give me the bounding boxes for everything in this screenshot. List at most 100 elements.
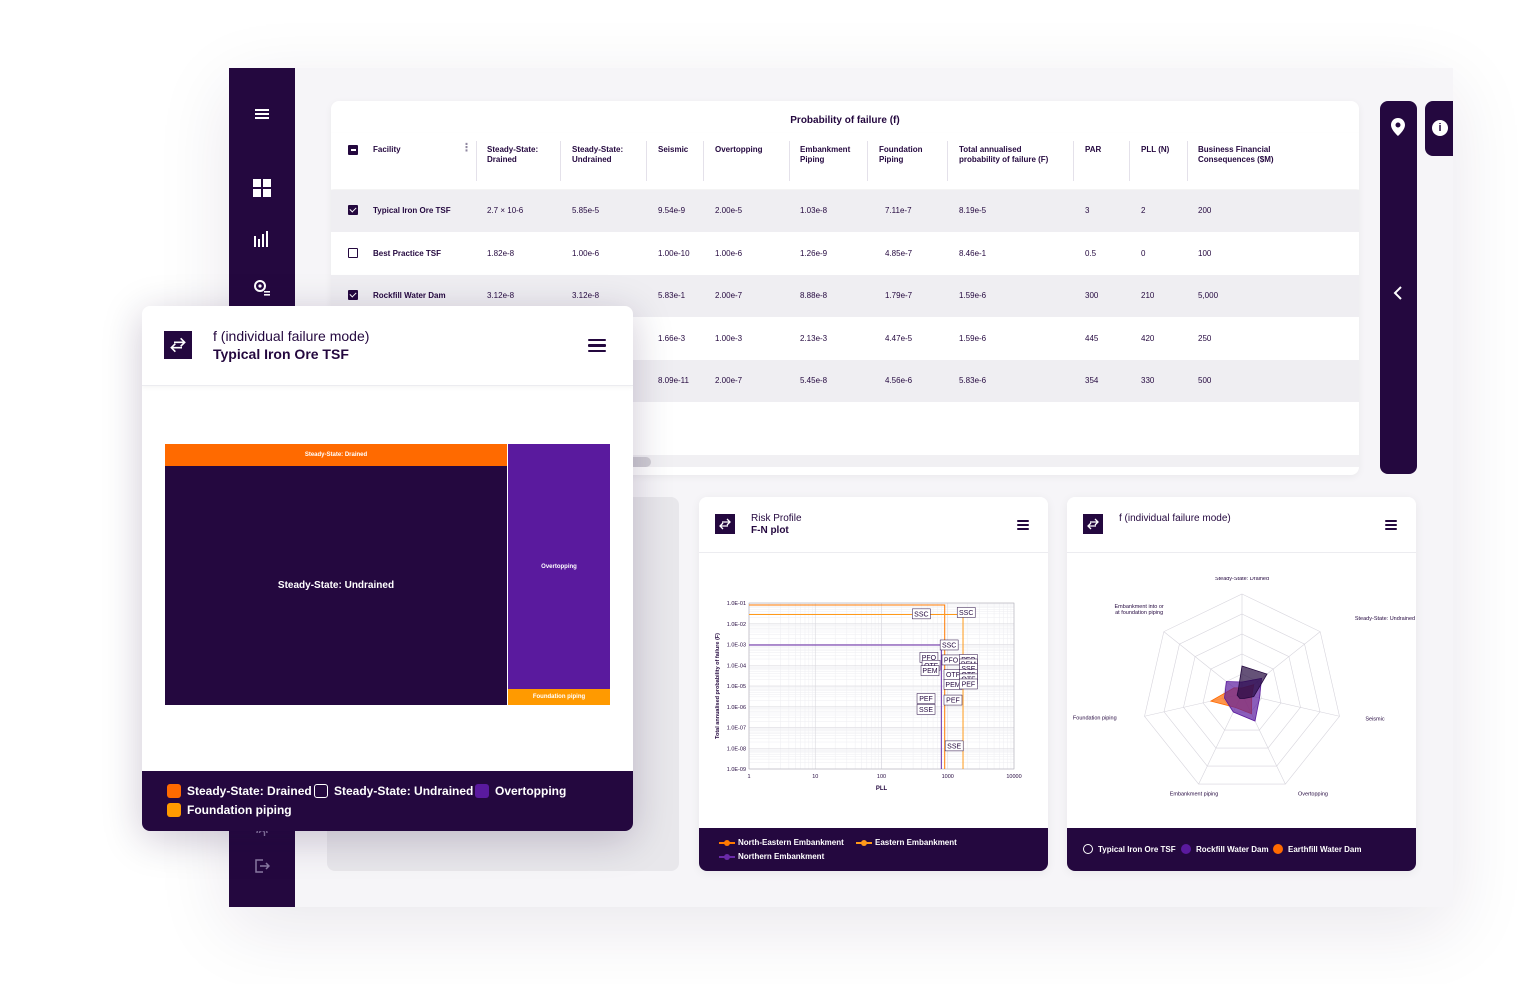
legend-item-ne-embankment[interactable]: North-Eastern Embankment (719, 838, 844, 847)
table-row[interactable]: Best Practice TSF 1.82e-8 1.00e-6 1.00e-10 1… (331, 233, 1359, 275)
settings-location-icon[interactable] (250, 276, 274, 300)
col-par[interactable]: PAR (1085, 145, 1101, 155)
bar-chart-icon[interactable] (250, 227, 274, 251)
svg-text:PEM: PEM (945, 682, 960, 689)
cell-ssd: 1.82e-8 (487, 248, 515, 258)
legend-item-overtopping[interactable]: Overtopping (475, 784, 566, 798)
legend-item-n-embankment[interactable]: Northern Embankment (719, 852, 824, 861)
cell-par: 0.5 (1085, 248, 1097, 258)
x-tick-label: 10 (812, 774, 818, 780)
col-overtopping[interactable]: Overtopping (715, 145, 763, 155)
app-screen: Probability of failure (f) Facility ⋮ St… (0, 0, 1536, 984)
cell-pll: 0 (1141, 248, 1146, 258)
row-checkbox[interactable] (348, 290, 358, 300)
svg-text:PEF: PEF (962, 681, 976, 688)
right-side-panel (1380, 101, 1417, 474)
series-line (749, 613, 964, 769)
treemap-cell-foundation-piping[interactable]: Foundation piping (508, 689, 610, 705)
cell-ssu: 1.00e-6 (572, 248, 600, 258)
swap-icon[interactable] (164, 331, 192, 359)
dashboard-icon[interactable] (250, 176, 274, 200)
y-tick-label: 1.0E-06 (727, 705, 746, 711)
table-header: Facility ⋮ Steady-State: Drained Steady-S… (331, 133, 1359, 189)
cell-found: 4.47e-5 (885, 333, 913, 343)
y-tick-label: 1.0E-04 (727, 663, 746, 669)
cell-pll: 2 (1141, 206, 1146, 215)
cell-seismic: 8.09e-11 (658, 376, 689, 385)
col-embankment-piping[interactable]: Embankment Piping (800, 145, 850, 165)
point-label: PEF (916, 693, 936, 704)
y-tick-label: 1.0E-03 (727, 643, 746, 649)
info-icon[interactable]: i (1432, 120, 1448, 136)
y-tick-label: 1.0E-09 (727, 767, 746, 773)
svg-text:SSC: SSC (959, 610, 973, 617)
legend-item-rockfill[interactable]: Rockfill Water Dam (1181, 844, 1269, 854)
cell-par: 300 (1085, 291, 1099, 300)
legend-item-ss-undrained[interactable]: Steady-State: Undrained (314, 784, 473, 798)
col-facility[interactable]: Facility (373, 145, 401, 155)
legend-item-foundation-piping[interactable]: Foundation piping (167, 803, 292, 817)
legend-item-e-embankment[interactable]: Eastern Embankment (856, 838, 957, 847)
cell-emb: 8.88e-8 (800, 291, 828, 300)
cell-emb: 1.03e-8 (800, 206, 828, 215)
radar-chart: Steady-State: Drained Steady-State: Undra… (1073, 577, 1415, 797)
col-seismic[interactable]: Seismic (658, 145, 688, 155)
row-checkbox[interactable] (348, 205, 358, 215)
point-label: SSC (956, 607, 976, 618)
treemap-cell-ss-undrained[interactable]: Steady-State: Undrained (165, 466, 507, 705)
fn-card-title: F-N plot (751, 525, 789, 536)
location-pin-icon[interactable] (1391, 118, 1405, 141)
cell-ssu: 5.85e-5 (572, 206, 600, 215)
radar-card-subtitle: f (individual failure mode) (1119, 513, 1231, 524)
swap-icon[interactable] (1083, 514, 1103, 534)
swap-icon[interactable] (715, 514, 735, 534)
hamburger-menu-icon[interactable] (588, 339, 606, 353)
y-tick-label: 1.0E-01 (727, 601, 746, 607)
col-bfc[interactable]: Business Financial Consequences ($M) (1198, 145, 1274, 165)
col-pll[interactable]: PLL (N) (1141, 145, 1169, 155)
svg-text:SSE: SSE (919, 707, 933, 714)
radar-axis-label: Foundation piping (1073, 716, 1117, 722)
legend-item-ss-drained[interactable]: Steady-State: Drained (167, 784, 312, 798)
cell-total: 5.83e-6 (959, 376, 987, 385)
y-tick-label: 1.0E-08 (727, 746, 746, 752)
cell-par: 445 (1085, 333, 1099, 343)
collapse-chevron-icon[interactable] (1392, 285, 1404, 306)
col-foundation-piping[interactable]: Foundation Piping (879, 145, 923, 165)
col-ss-undrained[interactable]: Steady-State: Undrained (572, 145, 623, 165)
col-total[interactable]: Total annualised probability of failure (… (959, 145, 1048, 165)
logout-icon[interactable] (250, 854, 274, 878)
treemap-cell-ss-drained[interactable]: Steady-State: Drained (165, 444, 507, 466)
radar-axis-label: Embankment into or at foundation piping (1115, 604, 1164, 616)
svg-text:SSC: SSC (914, 611, 928, 618)
select-all-checkbox[interactable] (348, 145, 358, 155)
point-label: SSE (916, 704, 936, 715)
fn-legend: North-Eastern Embankment Eastern Embankm… (699, 828, 1048, 871)
column-options-icon[interactable]: ⋮ (461, 143, 472, 154)
radar-axis-label: Seismic (1365, 717, 1385, 723)
svg-text:SSC: SSC (942, 642, 956, 649)
treemap-legend: Steady-State: Drained Steady-State: Undr… (142, 771, 633, 831)
x-tick-label: 10000 (1006, 774, 1021, 780)
table-row[interactable]: Typical Iron Ore TSF 2.7 × 10-6 5.85e-5 9.5… (331, 190, 1359, 232)
legend-item-earthfill[interactable]: Earthfill Water Dam (1273, 844, 1362, 854)
hamburger-menu-icon[interactable] (1385, 520, 1397, 530)
row-checkbox[interactable] (348, 247, 358, 258)
cell-total: 1.59e-6 (959, 333, 987, 343)
treemap-card-subtitle: f (individual failure mode) (213, 328, 370, 344)
hamburger-menu-icon[interactable] (1017, 520, 1029, 530)
x-axis-label: PLL (876, 786, 888, 792)
cell-emb: 1.26e-9 (800, 248, 828, 258)
col-ss-drained[interactable]: Steady-State: Drained (487, 145, 538, 165)
treemap-cell-overtopping[interactable]: Overtopping (508, 444, 610, 689)
menu-icon[interactable] (250, 102, 274, 126)
fn-card-subtitle: Risk Profile (751, 513, 802, 524)
fn-plot-card: Risk Profile F-N plot 1 10 100 1000 10000 1.0… (699, 497, 1048, 871)
radar-legend: Typical Iron Ore TSF Rockfill Water Dam … (1067, 828, 1416, 871)
svg-text:PFO: PFO (944, 657, 959, 664)
point-label: SSC (912, 608, 931, 620)
cell-seismic: 1.66e-3 (658, 333, 686, 343)
cell-bfc: 250 (1198, 333, 1212, 343)
legend-item-typical-iron-ore[interactable]: Typical Iron Ore TSF (1083, 844, 1176, 854)
info-tab[interactable]: i (1425, 101, 1453, 156)
